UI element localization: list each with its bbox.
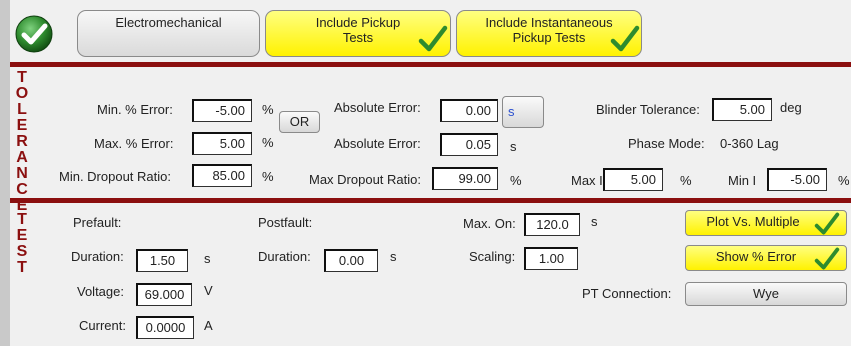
section-title-letter: E — [16, 227, 28, 244]
min-dropout-ratio-field[interactable]: 85.00 — [192, 164, 252, 187]
min-pct-error-field[interactable]: -5.00 — [192, 99, 252, 122]
section-title-letter: N — [16, 165, 28, 182]
current-unit: A — [204, 318, 213, 333]
postfault-duration-unit: s — [390, 249, 397, 264]
postfault-label: Postfault: — [258, 215, 313, 230]
or-label: OR — [289, 114, 310, 129]
section-title-letter: T — [17, 69, 27, 86]
bottom-frame — [0, 346, 859, 352]
test-divider — [10, 198, 851, 203]
test-section-title: TEST — [12, 212, 32, 276]
electromechanical-button[interactable]: Electromechanical — [77, 10, 260, 57]
max-pct-error-field[interactable]: 5.00 — [192, 132, 252, 155]
prefault-label: Prefault: — [73, 215, 122, 230]
prefault-duration-label: Duration: — [71, 249, 124, 264]
check-icon — [610, 25, 640, 56]
section-title-letter: A — [16, 149, 28, 166]
prefault-duration-field[interactable]: 1.50 — [136, 249, 188, 272]
current-label: Current: — [79, 318, 126, 333]
section-title-letter: S — [16, 243, 28, 260]
scaling-field[interactable]: 1.00 — [524, 247, 578, 270]
voltage-unit: V — [204, 283, 213, 298]
phase-mode-value: 0-360 Lag — [720, 136, 779, 151]
min-dropout-ratio-label: Min. Dropout Ratio: — [59, 169, 171, 184]
tolerance-section-title: TOLERANCE — [12, 70, 32, 214]
pt-connection-label: PT Connection: — [582, 286, 672, 301]
section-title-letter: C — [16, 181, 28, 198]
postfault-duration-field[interactable]: 0.00 — [324, 249, 378, 272]
scaling-label: Scaling: — [469, 249, 516, 264]
electromechanical-label: Electromechanical — [115, 15, 222, 30]
plot-vs-multiple-button[interactable]: Plot Vs. Multiple — [685, 210, 847, 236]
absolute-error-label-2: Absolute Error: — [334, 136, 421, 151]
show-pct-error-label: Show % Error — [715, 249, 797, 264]
max-on-label: Max. On: — [463, 216, 516, 231]
max-on-field[interactable]: 120.0 — [524, 213, 580, 236]
section-title-letter: E — [16, 117, 28, 134]
voltage-field[interactable]: 69.000 — [136, 283, 192, 306]
blinder-tolerance-label: Blinder Tolerance: — [596, 102, 700, 117]
check-icon — [418, 25, 448, 56]
pct-unit: % — [262, 169, 274, 184]
pct-unit: % — [262, 135, 274, 150]
max-dropout-ratio-label: Max Dropout Ratio: — [309, 172, 421, 187]
phase-mode-label: Phase Mode: — [628, 136, 705, 151]
max-dropout-ratio-field[interactable]: 99.00 — [432, 167, 498, 190]
blinder-tolerance-field[interactable]: 5.00 — [712, 98, 772, 121]
pt-connection-select[interactable]: Wye — [685, 282, 847, 306]
max-i-field[interactable]: 5.00 — [603, 168, 663, 191]
include-instantaneous-pickup-tests-button[interactable]: Include Instantaneous Pickup Tests — [456, 10, 642, 57]
min-pct-error-label: Min. % Error: — [97, 102, 173, 117]
min-i-label: Min I — [728, 173, 757, 188]
section-title-letter: L — [17, 101, 27, 118]
absolute-error-field-1[interactable]: 0.00 — [440, 99, 498, 122]
left-frame — [0, 0, 10, 352]
pt-connection-value: Wye — [753, 286, 779, 301]
blinder-unit: deg — [780, 100, 802, 115]
right-frame — [851, 0, 859, 352]
section-title-letter: R — [16, 133, 28, 150]
check-icon — [814, 212, 840, 243]
postfault-duration-label: Duration: — [258, 249, 311, 264]
pct-unit: % — [838, 173, 850, 188]
min-i-field[interactable]: -5.00 — [767, 168, 827, 191]
max-pct-error-label: Max. % Error: — [94, 136, 174, 151]
check-icon — [814, 247, 840, 278]
section-title-letter: O — [15, 85, 29, 102]
absolute-error-label-1: Absolute Error: — [334, 100, 421, 115]
max-on-unit: s — [591, 214, 598, 229]
pct-unit: % — [680, 173, 692, 188]
section-title-letter: T — [17, 259, 27, 276]
pct-unit: % — [510, 173, 522, 188]
pct-unit: % — [262, 102, 274, 117]
abs-error-unit-2: s — [510, 139, 517, 154]
abs-error-unit-1: s — [508, 104, 515, 119]
current-field[interactable]: 0.0000 — [136, 316, 194, 339]
max-i-label: Max I — [571, 173, 603, 188]
green-check-logo-icon — [14, 14, 54, 54]
voltage-label: Voltage: — [77, 284, 124, 299]
or-button[interactable]: OR — [279, 111, 320, 133]
section-title-letter: T — [17, 211, 27, 228]
plot-vs-multiple-label: Plot Vs. Multiple — [706, 214, 800, 229]
absolute-error-field-2[interactable]: 0.05 — [440, 133, 498, 156]
prefault-duration-unit: s — [204, 251, 211, 266]
include-pickup-tests-button[interactable]: Include Pickup Tests — [265, 10, 451, 57]
time-unit-button[interactable]: s — [502, 96, 544, 128]
show-pct-error-button[interactable]: Show % Error — [685, 245, 847, 271]
tolerance-divider — [10, 62, 851, 67]
